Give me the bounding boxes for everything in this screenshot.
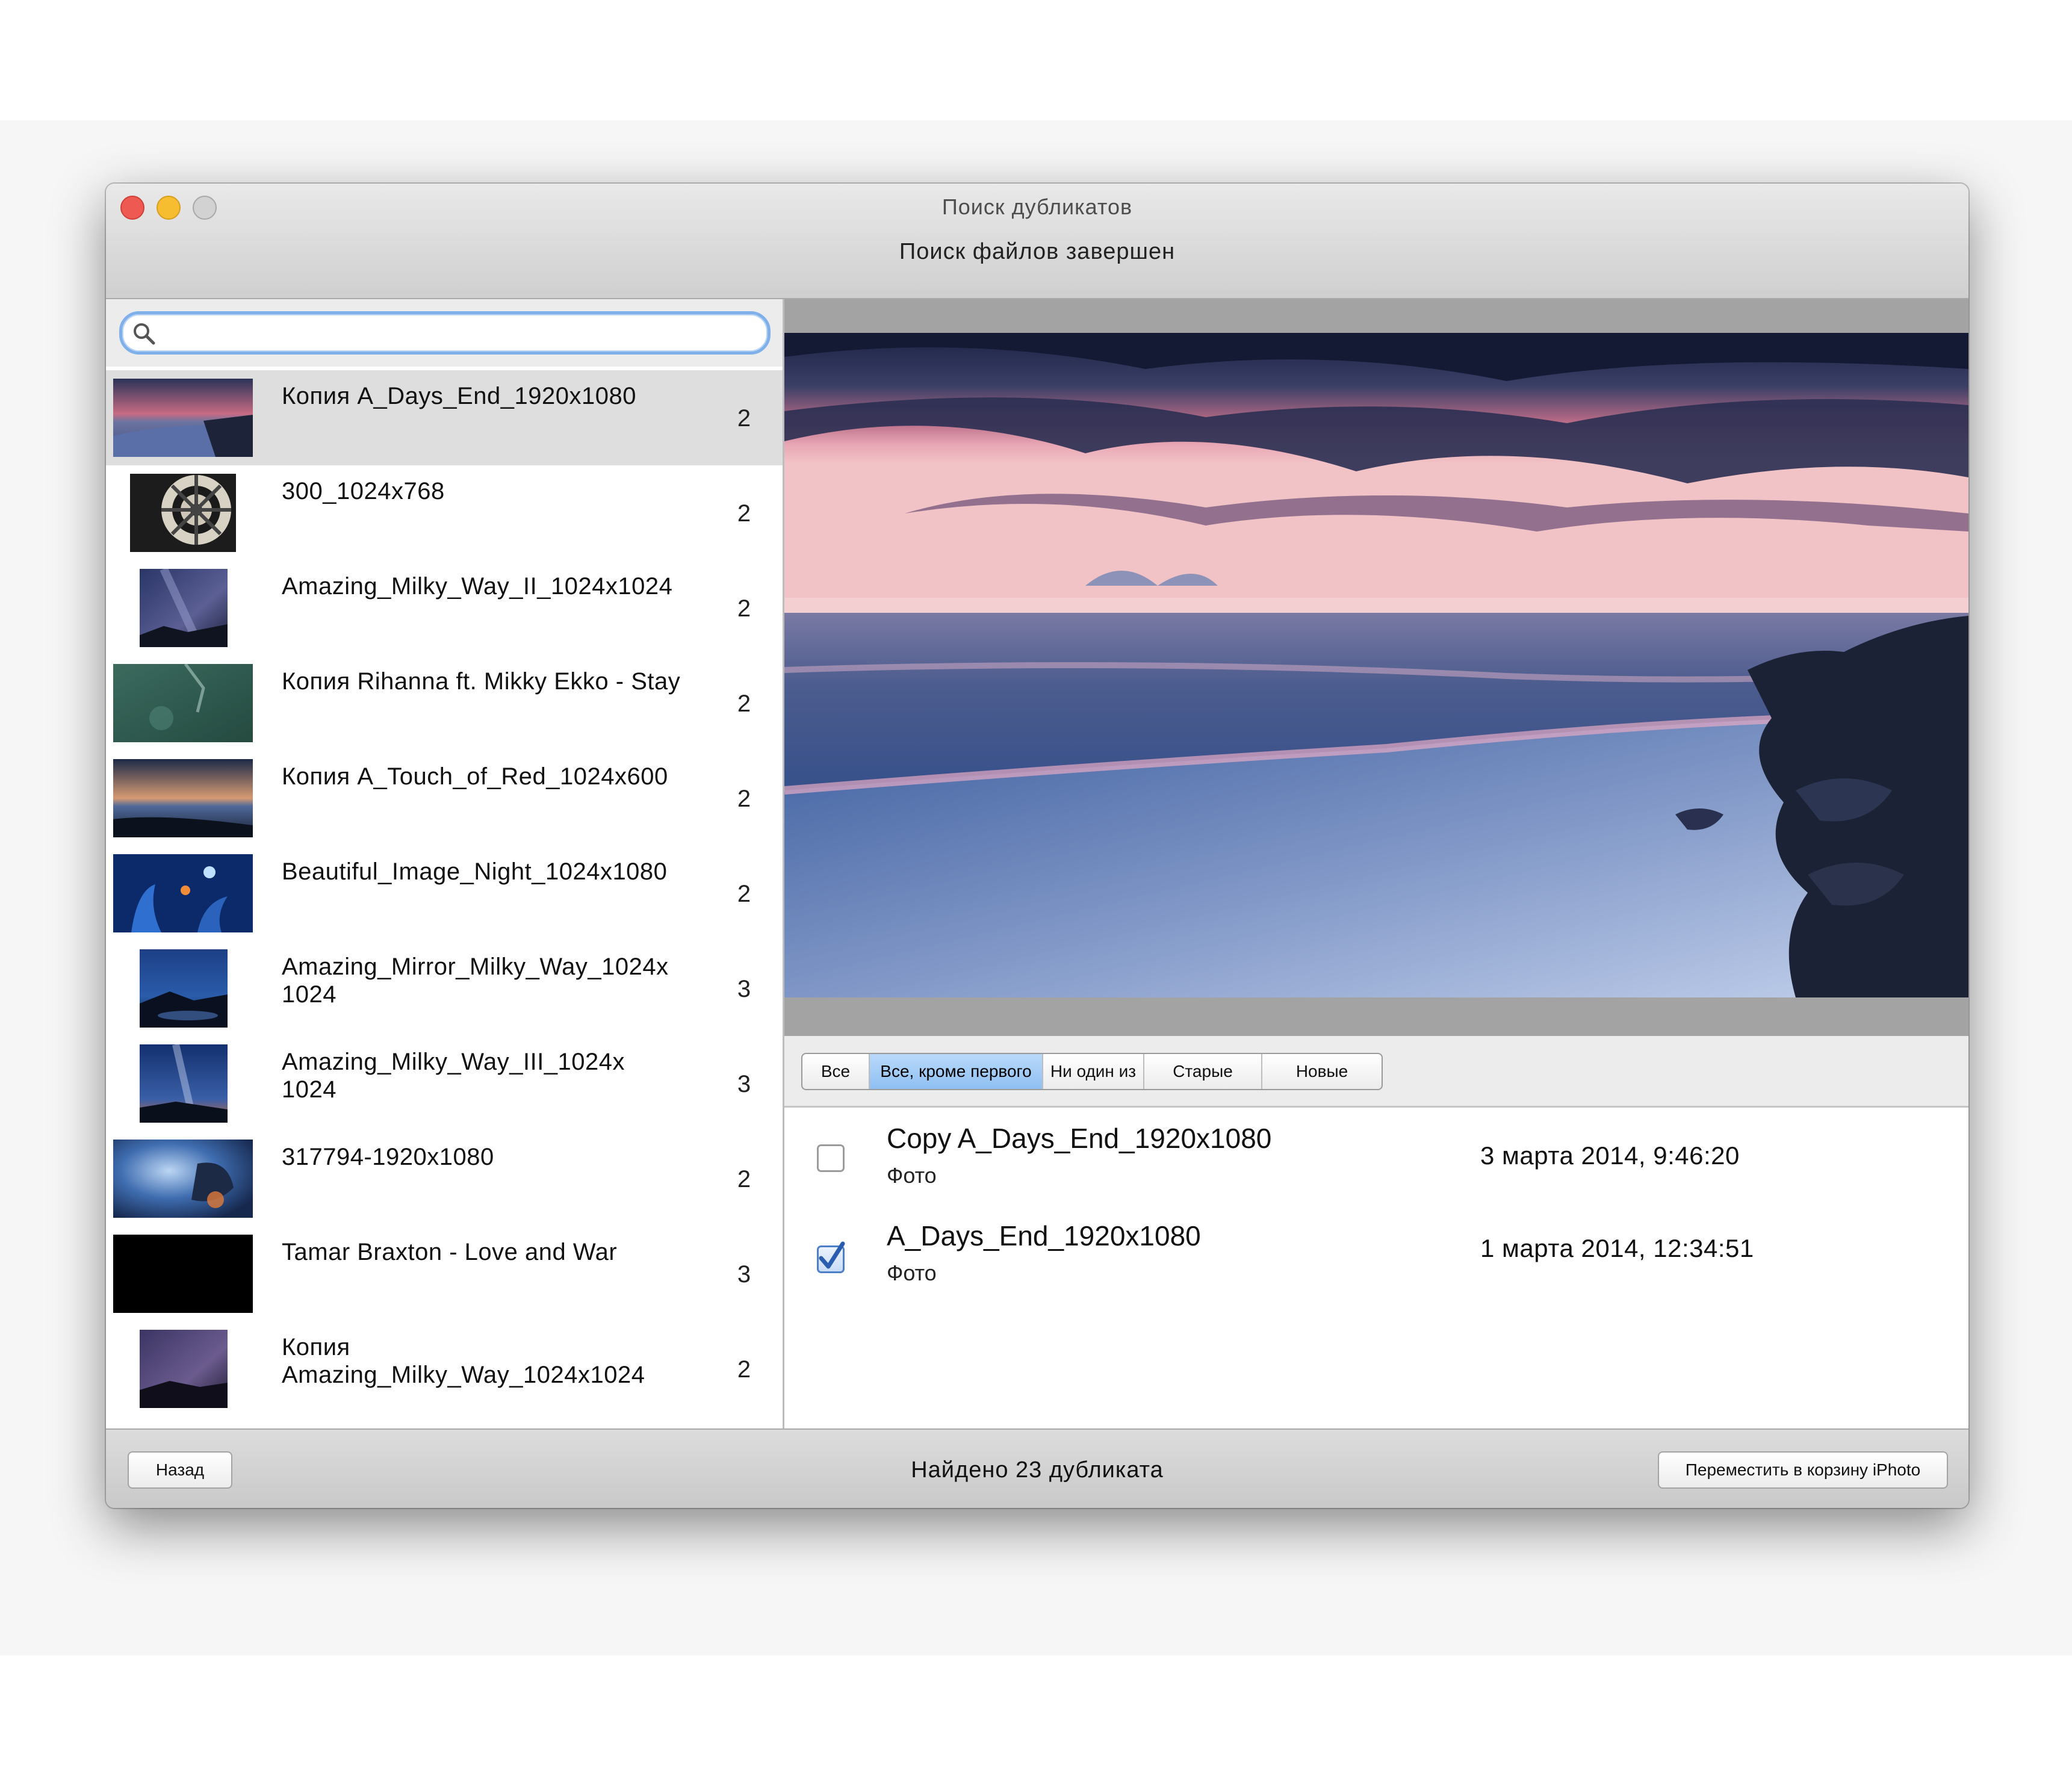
duplicate-group-item[interactable]: Amazing_Mirror_Milky_Way_1024x 1024 3: [106, 941, 783, 1036]
duplicate-group-item[interactable]: 317794-1920x1080 2: [106, 1131, 783, 1226]
file-kind: Фото: [887, 1163, 937, 1188]
duplicate-count: 2: [737, 881, 751, 907]
filter-all-button[interactable]: Все: [802, 1054, 870, 1089]
file-date: 3 марта 2014, 9:46:20: [1480, 1141, 1740, 1170]
filter-all-but-first-button[interactable]: Все, кроме первого: [870, 1054, 1043, 1089]
selection-filter-bar: Все Все, кроме первого Ни один из Старые…: [784, 1036, 1968, 1108]
thumbnail-image: [113, 854, 253, 932]
thumbnail-image: [140, 569, 228, 647]
duplicate-name: 300_1024x768: [282, 478, 445, 504]
thumbnail-image: [113, 379, 253, 457]
duplicate-group-item[interactable]: Копия A_Touch_of_Red_1024x600 2: [106, 751, 783, 846]
checkmark-icon: [819, 1241, 845, 1269]
duplicate-group-item[interactable]: Копия A_Days_End_1920x1080 2: [106, 370, 783, 465]
duplicate-name: Копия A_Days_End_1920x1080: [282, 383, 637, 409]
duplicate-name: Amazing_Milky_Way_II_1024x1024: [282, 573, 673, 600]
file-row[interactable]: Copy A_Days_End_1920x1080 Фото 3 марта 2…: [784, 1108, 1968, 1204]
search-input[interactable]: [164, 319, 757, 348]
thumbnail-image: [140, 1330, 228, 1408]
duplicate-count: 3: [737, 1261, 751, 1288]
file-name: Copy A_Days_End_1920x1080: [887, 1123, 1272, 1154]
file-row[interactable]: A_Days_End_1920x1080 Фото 1 марта 2014, …: [784, 1204, 1968, 1300]
file-name: A_Days_End_1920x1080: [887, 1220, 1201, 1251]
duplicate-name: Копия Rihanna ft. Mikky Ekko - Stay: [282, 668, 681, 695]
duplicate-name: Beautiful_Image_Night_1024x1080: [282, 858, 668, 885]
selection-filter-control: Все Все, кроме первого Ни один из Старые…: [801, 1053, 1383, 1090]
duplicate-count: 2: [737, 500, 751, 527]
thumbnail-image: [140, 949, 228, 1028]
duplicate-finder-window: Поиск дубликатов Поиск файлов завершен К…: [106, 184, 1968, 1508]
duplicate-count: 3: [737, 976, 751, 1002]
duplicate-group-item[interactable]: Amazing_Milky_Way_II_1024x1024 2: [106, 560, 783, 656]
duplicates-sidebar: Копия A_Days_End_1920x1080 2 300_1024x76…: [106, 299, 784, 1428]
duplicate-group-item[interactable]: 300_1024x768 2: [106, 465, 783, 560]
thumbnail-image: [113, 1235, 253, 1313]
duplicate-group-item[interactable]: Копия Rihanna ft. Mikky Ekko - Stay 2: [106, 656, 783, 751]
duplicate-group-item[interactable]: Beautiful_Image_Night_1024x1080 2: [106, 846, 783, 941]
filter-none-button[interactable]: Ни один из: [1043, 1054, 1144, 1089]
thumbnail-image: [113, 664, 253, 742]
thumbnail-image: [113, 1140, 253, 1218]
search-icon: [134, 323, 155, 345]
thumbnail-image: [130, 474, 236, 552]
duplicate-count: 2: [737, 595, 751, 622]
duplicate-name: 317794-1920x1080: [282, 1144, 494, 1170]
duplicate-group-item[interactable]: Копия Amazing_Milky_Way_1024x1024 2: [106, 1321, 783, 1416]
duplicate-group-item[interactable]: Tamar Braxton - Love and War 3: [106, 1226, 783, 1321]
search-status-title: Поиск файлов завершен: [899, 239, 1176, 264]
file-checkbox[interactable]: [817, 1144, 845, 1172]
duplicate-count: 2: [737, 1166, 751, 1192]
duplicate-count: 2: [737, 786, 751, 812]
duplicate-count: 2: [737, 1356, 751, 1383]
image-preview-panel: [784, 299, 1968, 1036]
window-title: Поиск дубликатов: [941, 194, 1133, 219]
duplicate-name: Копия A_Touch_of_Red_1024x600: [282, 763, 668, 790]
duplicate-count: 2: [737, 405, 751, 432]
duplicate-name: Копия Amazing_Milky_Way_1024x1024: [282, 1334, 645, 1388]
filter-older-button[interactable]: Старые: [1144, 1054, 1262, 1089]
preview-image: [784, 333, 1968, 997]
search-field[interactable]: [119, 311, 771, 355]
duplicate-name: Amazing_Milky_Way_III_1024x 1024: [282, 1049, 625, 1103]
duplicate-group-item[interactable]: Amazing_Milky_Way_III_1024x 1024 3: [106, 1036, 783, 1131]
duplicate-files-list: Copy A_Days_End_1920x1080 Фото 3 марта 2…: [784, 1108, 1968, 1428]
file-checkbox[interactable]: [817, 1241, 845, 1273]
duplicate-name: Tamar Braxton - Love and War: [282, 1239, 618, 1265]
duplicate-count: 2: [737, 690, 751, 717]
bottom-toolbar: Назад Найдено 23 дубликата Переместить в…: [106, 1428, 1968, 1508]
duplicate-count: 3: [737, 1071, 751, 1097]
duplicates-list: Копия A_Days_End_1920x1080 2 300_1024x76…: [106, 370, 783, 1416]
thumbnail-image: [113, 759, 253, 837]
thumbnail-image: [140, 1044, 228, 1123]
move-to-iphoto-trash-button[interactable]: Переместить в корзину iPhoto: [1658, 1451, 1948, 1489]
search-bar: [106, 299, 783, 367]
file-date: 1 марта 2014, 12:34:51: [1480, 1234, 1754, 1262]
duplicate-name: Amazing_Mirror_Milky_Way_1024x 1024: [282, 954, 669, 1008]
file-kind: Фото: [887, 1261, 937, 1285]
filter-newer-button[interactable]: Новые: [1262, 1054, 1382, 1089]
title-bar: Поиск дубликатов Поиск файлов завершен: [106, 184, 1968, 299]
